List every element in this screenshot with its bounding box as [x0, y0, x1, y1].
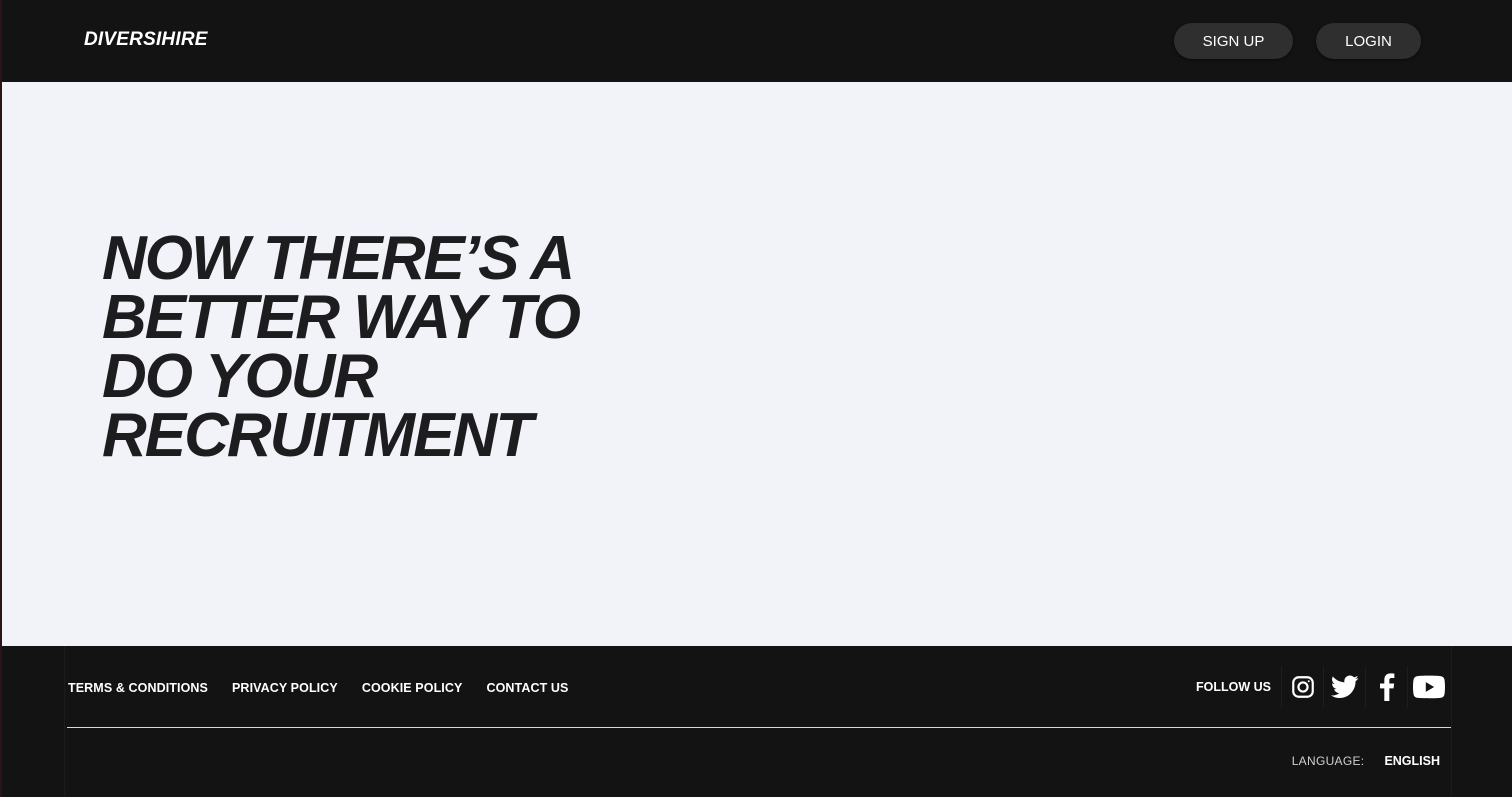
follow-us-label: FOLLOW US: [1196, 680, 1271, 694]
facebook-icon[interactable]: [1365, 666, 1407, 708]
sign-up-button[interactable]: SIGN UP: [1174, 23, 1293, 59]
hero-headline: NOW THERE’S A BETTER WAY TO DO YOUR RECR…: [102, 224, 742, 470]
privacy-policy-link[interactable]: PRIVACY POLICY: [232, 681, 338, 695]
contact-us-link[interactable]: CONTACT US: [486, 681, 568, 695]
page: DIVERSIHIRE SIGN UP LOGIN NOW THERE’S A …: [0, 0, 1512, 797]
language-value[interactable]: ENGLISH: [1384, 754, 1440, 768]
cookie-policy-link[interactable]: COOKIE POLICY: [362, 681, 463, 695]
login-button[interactable]: LOGIN: [1316, 23, 1421, 59]
headline-line: DO YOUR: [102, 342, 378, 411]
instagram-icon[interactable]: [1281, 666, 1323, 708]
headline-line: BETTER WAY TO: [102, 283, 581, 352]
headline-line: NOW THERE’S A: [102, 224, 575, 293]
follow-us: FOLLOW US: [1196, 664, 1449, 710]
footer-divider: [67, 727, 1451, 728]
twitter-icon[interactable]: [1323, 666, 1365, 708]
site-footer: TERMS & CONDITIONS PRIVACY POLICY COOKIE…: [2, 646, 1512, 797]
terms-link[interactable]: TERMS & CONDITIONS: [68, 681, 208, 695]
language-label: LANGUAGE:: [1291, 754, 1365, 768]
footer-nav: TERMS & CONDITIONS PRIVACY POLICY COOKIE…: [68, 681, 568, 695]
hero-section: NOW THERE’S A BETTER WAY TO DO YOUR RECR…: [2, 82, 1512, 646]
youtube-icon[interactable]: [1407, 666, 1449, 708]
site-header: DIVERSIHIRE SIGN UP LOGIN: [2, 0, 1512, 82]
language-selector: LANGUAGE: ENGLISH: [1292, 754, 1440, 768]
footer-container: TERMS & CONDITIONS PRIVACY POLICY COOKIE…: [64, 646, 1452, 797]
headline-line: RECRUITMENT: [102, 401, 533, 470]
logo[interactable]: DIVERSIHIRE: [84, 29, 208, 51]
